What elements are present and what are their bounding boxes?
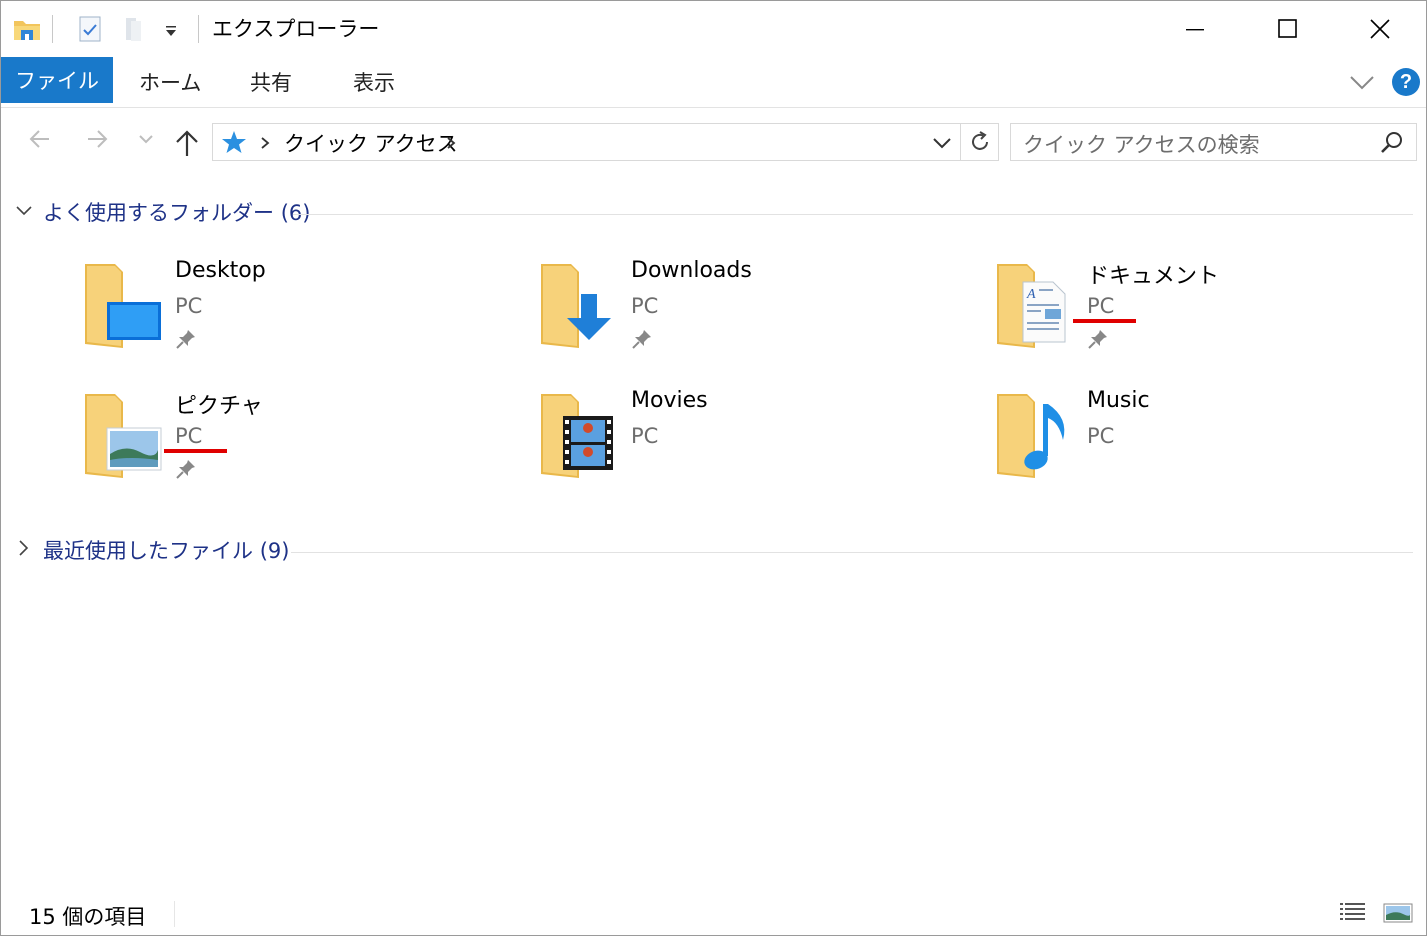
help-button[interactable]: ? xyxy=(1392,68,1420,96)
folder-tile-music[interactable]: Music PC xyxy=(997,388,1257,498)
new-folder-icon[interactable] xyxy=(123,15,145,47)
large-icons-view-icon[interactable] xyxy=(1383,901,1413,929)
maximize-button[interactable] xyxy=(1242,1,1334,57)
search-icon[interactable] xyxy=(1379,130,1405,160)
folder-name: ピクチャ xyxy=(175,394,263,419)
search-box[interactable]: クイック アクセスの検索 xyxy=(1010,123,1417,161)
address-bar[interactable]: クイック アクセス xyxy=(212,123,999,161)
movies-folder-icon xyxy=(541,388,621,478)
pin-icon[interactable] xyxy=(175,328,197,354)
details-view-icon[interactable] xyxy=(1339,901,1367,929)
breadcrumb-quick-access[interactable]: クイック アクセス xyxy=(284,128,458,158)
toolbar-separator xyxy=(52,15,53,43)
folder-tile-documents[interactable]: A ドキュメント PC xyxy=(997,258,1257,368)
pin-icon[interactable] xyxy=(631,328,653,354)
folder-location: PC xyxy=(175,294,203,318)
folder-location: PC xyxy=(1087,294,1115,318)
navigation-bar: クイック アクセス クイック アクセスの検索 xyxy=(1,108,1426,178)
music-folder-icon xyxy=(997,388,1077,478)
breadcrumb-next-chevron-icon[interactable] xyxy=(445,135,457,154)
tab-view[interactable]: 表示 xyxy=(353,57,395,107)
status-separator xyxy=(174,901,175,927)
desktop-folder-icon xyxy=(85,258,165,348)
pictures-folder-icon xyxy=(85,388,165,478)
pin-icon[interactable] xyxy=(1087,328,1109,354)
folder-location: PC xyxy=(631,294,659,318)
explorer-window: エクスプローラー ファイル ホーム 共有 表示 ? クイック アクセス クイック… xyxy=(0,0,1427,936)
ribbon-tab-bar: ファイル ホーム 共有 表示 ? xyxy=(1,57,1426,108)
address-divider xyxy=(960,124,961,160)
folder-location: PC xyxy=(175,424,203,448)
folder-tile-pictures[interactable]: ピクチャ PC xyxy=(85,388,345,498)
back-arrow-icon[interactable] xyxy=(27,126,53,156)
tab-share[interactable]: 共有 xyxy=(250,57,292,107)
group-divider xyxy=(293,214,1413,215)
svg-text:A: A xyxy=(1026,287,1036,302)
folder-name: Downloads xyxy=(631,258,752,283)
folder-tile-movies[interactable]: Movies PC xyxy=(541,388,801,498)
documents-folder-icon: A xyxy=(997,258,1077,348)
collapse-chevron-icon[interactable] xyxy=(15,203,33,222)
expand-ribbon-chevron-icon[interactable] xyxy=(1348,69,1376,99)
tab-home[interactable]: ホーム xyxy=(139,57,201,107)
address-history-chevron-icon[interactable] xyxy=(931,135,953,154)
minimize-button[interactable] xyxy=(1150,1,1242,57)
frequent-folders-title: よく使用するフォルダー (6) xyxy=(43,201,311,225)
recent-files-header[interactable]: 最近使用したファイル (9) xyxy=(1,535,1426,569)
explorer-app-icon[interactable] xyxy=(12,15,42,47)
expand-chevron-icon[interactable] xyxy=(17,539,31,561)
downloads-folder-icon xyxy=(541,258,621,348)
title-separator xyxy=(198,15,199,43)
refresh-icon[interactable] xyxy=(968,130,992,158)
folder-tile-desktop[interactable]: Desktop PC xyxy=(85,258,345,368)
group-divider xyxy=(291,552,1413,553)
quick-access-star-icon xyxy=(221,130,247,158)
window-title: エクスプローラー xyxy=(212,17,380,41)
search-input[interactable]: クイック アクセスの検索 xyxy=(1023,129,1260,159)
red-underline-annotation xyxy=(164,449,227,453)
up-arrow-icon[interactable] xyxy=(173,128,201,162)
folder-name: Music xyxy=(1087,388,1150,413)
forward-arrow-icon[interactable] xyxy=(84,126,110,156)
properties-icon[interactable] xyxy=(78,15,102,47)
folder-name: Movies xyxy=(631,388,708,413)
folder-name: ドキュメント xyxy=(1087,264,1220,289)
close-button[interactable] xyxy=(1334,1,1426,57)
recent-files-title: 最近使用したファイル (9) xyxy=(43,539,290,563)
folder-location: PC xyxy=(631,424,659,448)
recent-locations-chevron-icon[interactable] xyxy=(137,132,155,151)
item-count: 15 個の項目 xyxy=(29,905,147,929)
tab-file[interactable]: ファイル xyxy=(1,57,113,103)
pin-icon[interactable] xyxy=(175,458,197,484)
title-bar: エクスプローラー xyxy=(1,1,1426,57)
folder-location: PC xyxy=(1087,424,1115,448)
customize-toolbar-icon[interactable] xyxy=(163,23,179,42)
folder-name: Desktop xyxy=(175,258,266,283)
red-underline-annotation xyxy=(1073,319,1136,323)
folder-tile-downloads[interactable]: Downloads PC xyxy=(541,258,801,368)
status-bar: 15 個の項目 xyxy=(1,893,1426,935)
frequent-folders-header[interactable]: よく使用するフォルダー (6) xyxy=(1,197,1426,231)
breadcrumb-chevron-icon[interactable] xyxy=(259,135,271,154)
